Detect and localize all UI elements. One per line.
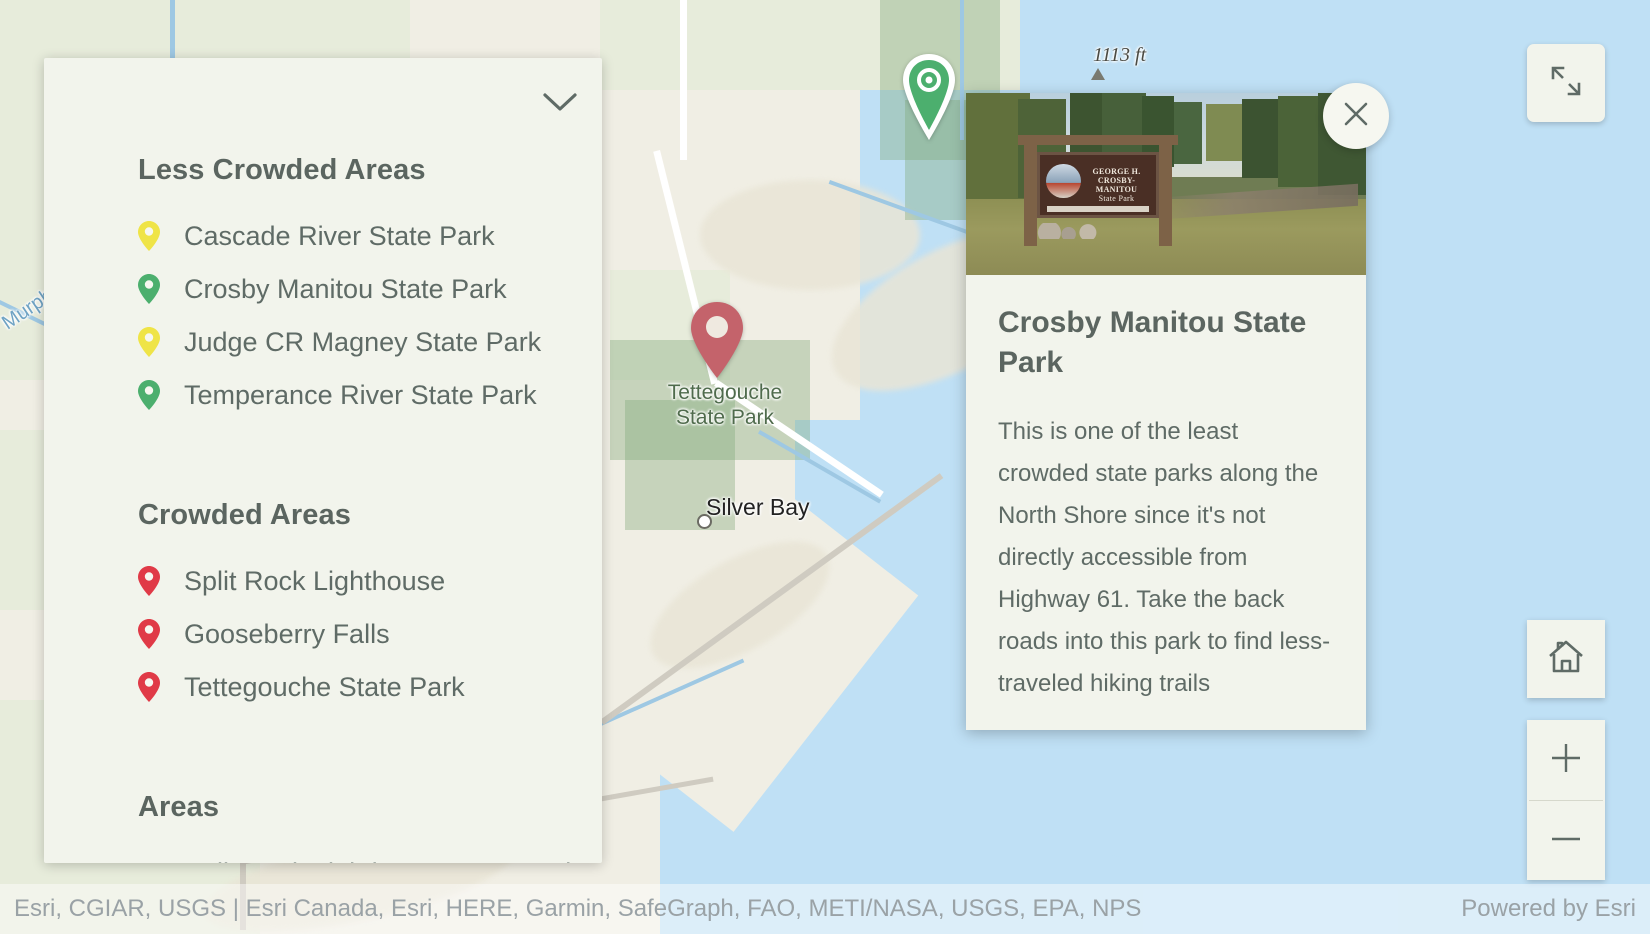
list-item-split-rock-lighthouse-state-park[interactable]: Split Rock Lighthouse State Park — [138, 846, 602, 864]
popup-image-park-sign: GEORGE H. CROSBY- MANITOU State Park — [1018, 133, 1178, 246]
zoom-controls — [1527, 720, 1605, 880]
popup-body: Crosby Manitou State Park This is one of… — [966, 275, 1366, 705]
expand-map-button[interactable] — [1527, 44, 1605, 122]
crowded-list: Split Rock Lighthouse Gooseberry Falls T… — [138, 554, 602, 713]
popup-description: This is one of the least crowded state p… — [998, 418, 1331, 697]
park-sign-line-1: GEORGE H. — [1092, 166, 1141, 176]
attribution-bar: Esri, CGIAR, USGS | Esri Canada, Esri, H… — [0, 884, 1650, 934]
powered-by-esri[interactable]: Powered by Esri — [1461, 895, 1636, 923]
map-application: 1113 ft Tettegouche State Park Silver Bay… — [0, 0, 1650, 934]
panel-section-less-crowded: Less Crowded Areas Cascade River State P… — [44, 58, 602, 421]
close-icon — [1342, 100, 1370, 133]
zoom-out-button[interactable] — [1527, 801, 1605, 881]
zoom-in-button[interactable] — [1527, 720, 1605, 800]
map-road-highway-61 — [680, 0, 687, 160]
list-item-label: Temperance River State Park — [184, 379, 537, 410]
map-marker-tettegouche[interactable] — [688, 300, 746, 380]
list-item-crosby-manitou[interactable]: Crosby Manitou State Park — [138, 262, 602, 315]
red-pin-icon — [138, 565, 160, 596]
popup-image: GEORGE H. CROSBY- MANITOU State Park — [966, 93, 1366, 275]
list-item-gooseberry-falls[interactable]: Gooseberry Falls — [138, 607, 602, 660]
map-relief-1 — [700, 180, 920, 290]
attribution-sources: Esri, CGIAR, USGS | Esri Canada, Esri, H… — [14, 895, 1142, 922]
chevron-down-icon — [543, 92, 577, 112]
red-pin-icon — [138, 671, 160, 702]
panel-section-crowded: Crowded Areas Split Rock Lighthouse Goos… — [44, 421, 602, 713]
green-pin-icon — [138, 379, 160, 410]
list-item-label: Split Rock Lighthouse State Park — [184, 857, 579, 864]
list-item-label: Judge CR Magney State Park — [184, 326, 542, 357]
map-peak-icon — [1091, 68, 1105, 80]
areas-panel: Less Crowded Areas Cascade River State P… — [44, 58, 602, 863]
yellow-pin-icon — [138, 220, 160, 251]
red-pin-icon — [138, 618, 160, 649]
map-marker-crosby-manitou[interactable] — [900, 52, 958, 144]
section-title: Less Crowded Areas — [138, 154, 426, 186]
list-item-label: Cascade River State Park — [184, 220, 495, 251]
list-item-judge-cr-magney[interactable]: Judge CR Magney State Park — [138, 315, 602, 368]
panel-section-areas: Areas Split Rock Lighthouse State Park — [44, 713, 602, 863]
park-sign-subplate — [1047, 206, 1149, 212]
park-sign-rocks — [1034, 223, 1111, 240]
list-item-cascade-river[interactable]: Cascade River State Park — [138, 209, 602, 262]
yellow-pin-icon — [138, 326, 160, 357]
popup-title: Crosby Manitou State Park — [998, 306, 1307, 379]
list-item-label: Gooseberry Falls — [184, 618, 390, 649]
park-sign-line-4: State Park — [1098, 193, 1135, 203]
map-river-3 — [960, 0, 964, 140]
park-sign-line-2: CROSBY- — [1097, 175, 1136, 185]
park-sign-board: GEORGE H. CROSBY- MANITOU State Park — [1037, 152, 1159, 218]
list-item-split-rock-lighthouse[interactable]: Split Rock Lighthouse — [138, 554, 602, 607]
plus-icon — [1549, 741, 1583, 780]
park-sign-line-3: MANITOU — [1095, 184, 1138, 194]
map-park-polygon-tettegouche-2 — [625, 400, 735, 530]
section-title: Crowded Areas — [138, 499, 351, 531]
map-city-dot-silver-bay — [697, 514, 712, 529]
minus-icon — [1549, 822, 1583, 861]
feature-popup: GEORGE H. CROSBY- MANITOU State Park Cro… — [966, 93, 1366, 730]
list-item-label: Split Rock Lighthouse — [184, 565, 446, 596]
green-pin-icon — [138, 273, 160, 304]
park-sign-emblem — [1045, 163, 1081, 198]
list-item-tettegouche-state-park[interactable]: Tettegouche State Park — [138, 660, 602, 713]
green-polygon-icon — [138, 863, 160, 864]
list-item-label: Crosby Manitou State Park — [184, 273, 507, 304]
panel-collapse-button[interactable] — [540, 82, 580, 122]
less-crowded-list: Cascade River State Park Crosby Manitou … — [138, 209, 602, 421]
popup-close-button[interactable] — [1323, 83, 1389, 149]
list-item-temperance-river[interactable]: Temperance River State Park — [138, 368, 602, 421]
home-button[interactable] — [1527, 620, 1605, 698]
home-icon — [1547, 639, 1585, 680]
section-title: Areas — [138, 791, 220, 823]
areas-list: Split Rock Lighthouse State Park — [138, 846, 602, 864]
expand-icon — [1546, 61, 1586, 106]
park-sign-text: GEORGE H. CROSBY- MANITOU State Park — [1082, 167, 1156, 203]
list-item-label: Tettegouche State Park — [184, 671, 465, 702]
